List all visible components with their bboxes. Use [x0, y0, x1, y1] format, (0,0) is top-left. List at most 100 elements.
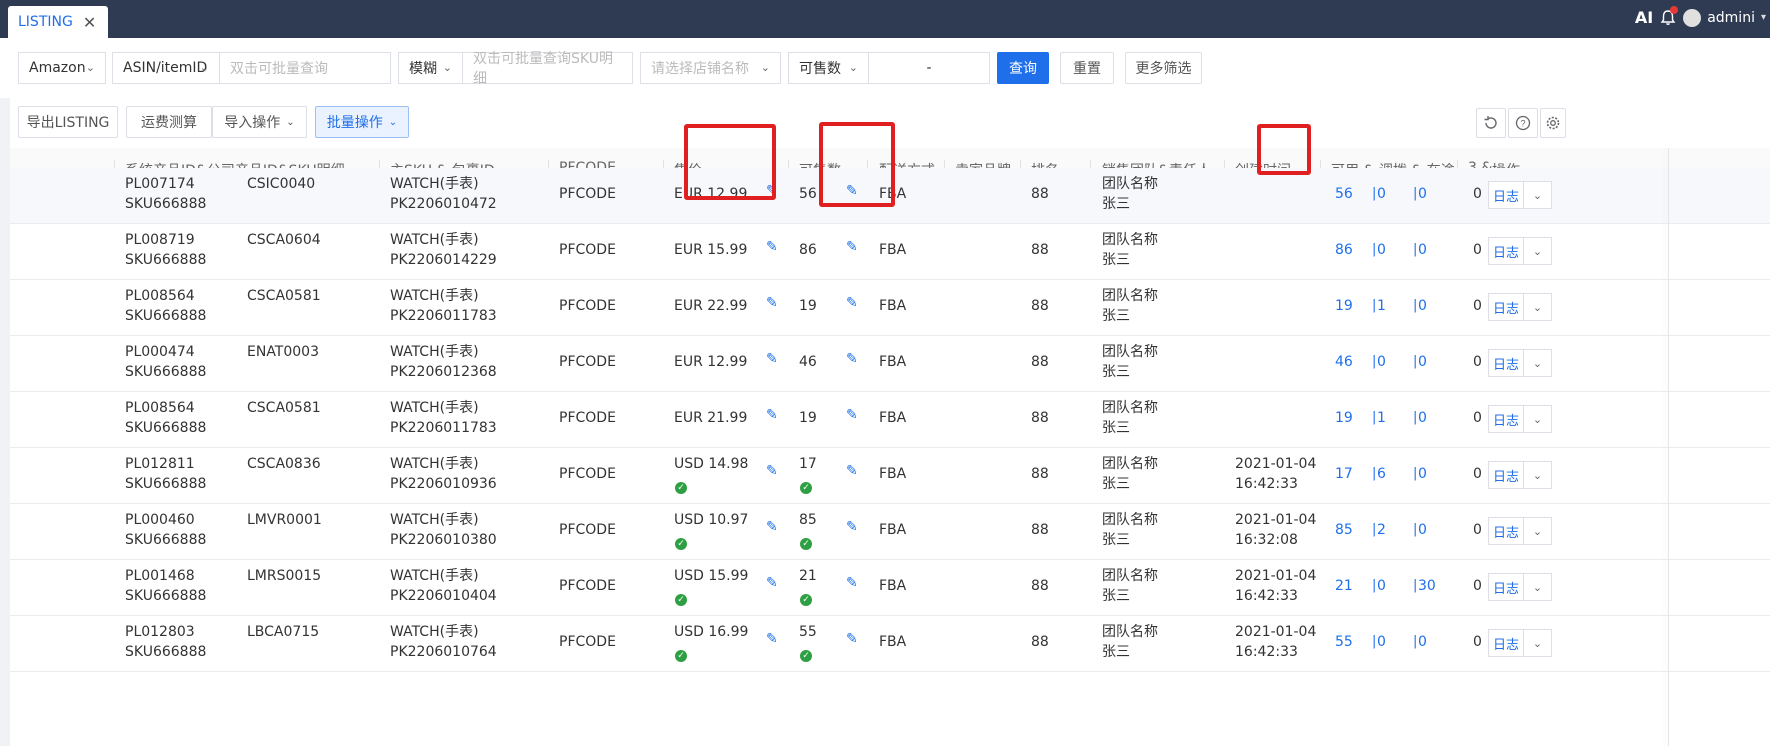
fulfillment: FBA [879, 354, 907, 370]
sku-input[interactable]: 双击可批量查询SKU明细 [462, 51, 633, 87]
table-row[interactable]: PL008719 SKU666888 CSCA0604 WATCH(手表) PK2206… [10, 224, 1770, 280]
id-input[interactable]: 双击可批量查询 [219, 52, 391, 84]
log-button[interactable]: 日志 [1488, 517, 1524, 545]
export-listing-button[interactable]: 导出LISTING [18, 106, 118, 138]
edit-qty-pencil-icon[interactable]: ✎ [846, 631, 858, 647]
stock-available: 21 [1335, 578, 1353, 594]
extra-qty: 0 [1473, 186, 1482, 202]
match-mode-select[interactable]: 模糊 ⌄ [398, 52, 463, 84]
reset-button[interactable]: 重置 [1060, 52, 1114, 84]
batch-menu-button[interactable]: 批量操作 ⌄ [315, 106, 409, 138]
stock-transit: 0 [1418, 186, 1427, 202]
log-button[interactable]: 日志 [1488, 573, 1524, 601]
edit-qty-pencil-icon[interactable]: ✎ [846, 351, 858, 367]
sellable-qty: 17 [799, 456, 817, 472]
ai-button[interactable]: AI [1635, 8, 1653, 27]
table-row[interactable]: PL012803 SKU666888 LBCA0715 WATCH(手表) PK2206… [10, 616, 1770, 672]
chevron-down-icon[interactable]: ⌄ [1524, 629, 1552, 657]
company-product-id: CSCA0836 [247, 456, 321, 472]
table-row[interactable]: PL000474 SKU666888 ENAT0003 WATCH(手表) PK2206… [10, 336, 1770, 392]
stock-transit: 0 [1418, 298, 1427, 314]
edit-price-pencil-icon[interactable]: ✎ [766, 519, 778, 535]
created-date: 2021-01-04 [1235, 624, 1317, 640]
log-button[interactable]: 日志 [1488, 349, 1524, 377]
stock-divider: | [1413, 186, 1418, 201]
help-icon[interactable]: ? [1508, 108, 1538, 138]
chevron-down-icon[interactable]: ⌄ [1524, 349, 1552, 377]
chevron-down-icon[interactable]: ⌄ [1524, 461, 1552, 489]
id-type-select[interactable]: ASIN/itemID ⌄ [112, 52, 220, 84]
check-circle-icon: ✓ [675, 594, 687, 606]
platform-select[interactable]: Amazon ⌄ [18, 52, 106, 84]
stock-range-input[interactable]: - [868, 52, 990, 84]
company-product-id: LBCA0715 [247, 624, 320, 640]
username[interactable]: admini [1707, 10, 1755, 26]
edit-qty-pencil-icon[interactable]: ✎ [846, 519, 858, 535]
team-name: 团队名称 [1102, 456, 1158, 472]
edit-price-pencil-icon[interactable]: ✎ [766, 295, 778, 311]
chevron-down-icon[interactable]: ▾ [1761, 12, 1766, 23]
log-button[interactable]: 日志 [1488, 461, 1524, 489]
chevron-down-icon[interactable]: ⌄ [1524, 573, 1552, 601]
log-button[interactable]: 日志 [1488, 181, 1524, 209]
log-button[interactable]: 日志 [1488, 405, 1524, 433]
product-id: PL000460 [125, 512, 195, 528]
edit-price-pencil-icon[interactable]: ✎ [766, 351, 778, 367]
shipping-calc-button[interactable]: 运费测算 [126, 106, 212, 138]
edit-price-pencil-icon[interactable]: ✎ [766, 407, 778, 423]
chevron-down-icon[interactable]: ⌄ [1524, 181, 1552, 209]
stock-divider: | [1372, 410, 1377, 425]
edit-price-pencil-icon[interactable]: ✎ [766, 239, 778, 255]
stock-transit: 0 [1418, 634, 1427, 650]
package-id: PK2206014229 [390, 252, 497, 268]
stock-transfer: 0 [1377, 634, 1386, 650]
stock-available: 19 [1335, 410, 1353, 426]
edit-qty-pencil-icon[interactable]: ✎ [846, 575, 858, 591]
gear-icon[interactable] [1540, 108, 1566, 138]
stock-divider: | [1372, 578, 1377, 593]
extra-qty: 0 [1473, 242, 1482, 258]
edit-price-pencil-icon[interactable]: ✎ [766, 463, 778, 479]
chevron-down-icon[interactable]: ⌄ [1524, 293, 1552, 321]
more-filters-button[interactable]: 更多筛选 [1125, 52, 1202, 84]
edit-qty-pencil-icon[interactable]: ✎ [846, 463, 858, 479]
search-button[interactable]: 查询 [997, 52, 1049, 84]
price: EUR 21.99 [674, 410, 748, 426]
chevron-down-icon[interactable]: ⌄ [1524, 517, 1552, 545]
chevron-down-icon[interactable]: ⌄ [1524, 405, 1552, 433]
import-menu-button[interactable]: 导入操作 ⌄ [212, 106, 307, 138]
table-row[interactable]: PL012811 SKU666888 CSCA0836 WATCH(手表) PK2206… [10, 448, 1770, 504]
stock-transfer: 1 [1377, 298, 1386, 314]
log-button[interactable]: 日志 [1488, 237, 1524, 265]
top-bar: LISTING ✕ AI admini ▾ [0, 0, 1770, 38]
created-time: 16:42:33 [1235, 588, 1298, 604]
owner: 张三 [1102, 644, 1130, 660]
bell-icon[interactable] [1659, 5, 1679, 27]
table-row[interactable]: PL008564 SKU666888 CSCA0581 WATCH(手表) PK2206… [10, 392, 1770, 448]
shop-select[interactable]: 请选择店铺名称 ⌄ [640, 52, 781, 84]
created-date: 2021-01-04 [1235, 568, 1317, 584]
table-row[interactable]: PL000460 SKU666888 LMVR0001 WATCH(手表) PK2206… [10, 504, 1770, 560]
tab-listing[interactable]: LISTING ✕ [8, 6, 109, 38]
extra-qty: 0 [1473, 522, 1482, 538]
table-row[interactable]: PL001468 SKU666888 LMRS0015 WATCH(手表) PK2206… [10, 560, 1770, 616]
edit-price-pencil-icon[interactable]: ✎ [766, 575, 778, 591]
owner: 张三 [1102, 588, 1130, 604]
refresh-icon[interactable] [1476, 108, 1506, 138]
edit-qty-pencil-icon[interactable]: ✎ [846, 295, 858, 311]
team-name: 团队名称 [1102, 176, 1158, 192]
edit-qty-pencil-icon[interactable]: ✎ [846, 407, 858, 423]
avatar[interactable] [1683, 8, 1702, 27]
stock-transit: 30 [1418, 578, 1436, 594]
table-row[interactable]: PL008564 SKU666888 CSCA0581 WATCH(手表) PK2206… [10, 280, 1770, 336]
log-button[interactable]: 日志 [1488, 293, 1524, 321]
log-button[interactable]: 日志 [1488, 629, 1524, 657]
edit-price-pencil-icon[interactable]: ✎ [766, 631, 778, 647]
chevron-down-icon[interactable]: ⌄ [1524, 237, 1552, 265]
extra-qty: 0 [1473, 634, 1482, 650]
edit-qty-pencil-icon[interactable]: ✎ [846, 239, 858, 255]
stock-type-select[interactable]: 可售数 ⌄ [788, 52, 869, 84]
close-icon[interactable]: ✕ [83, 13, 96, 32]
stock-divider: | [1413, 298, 1418, 313]
stock-transfer: 0 [1377, 354, 1386, 370]
